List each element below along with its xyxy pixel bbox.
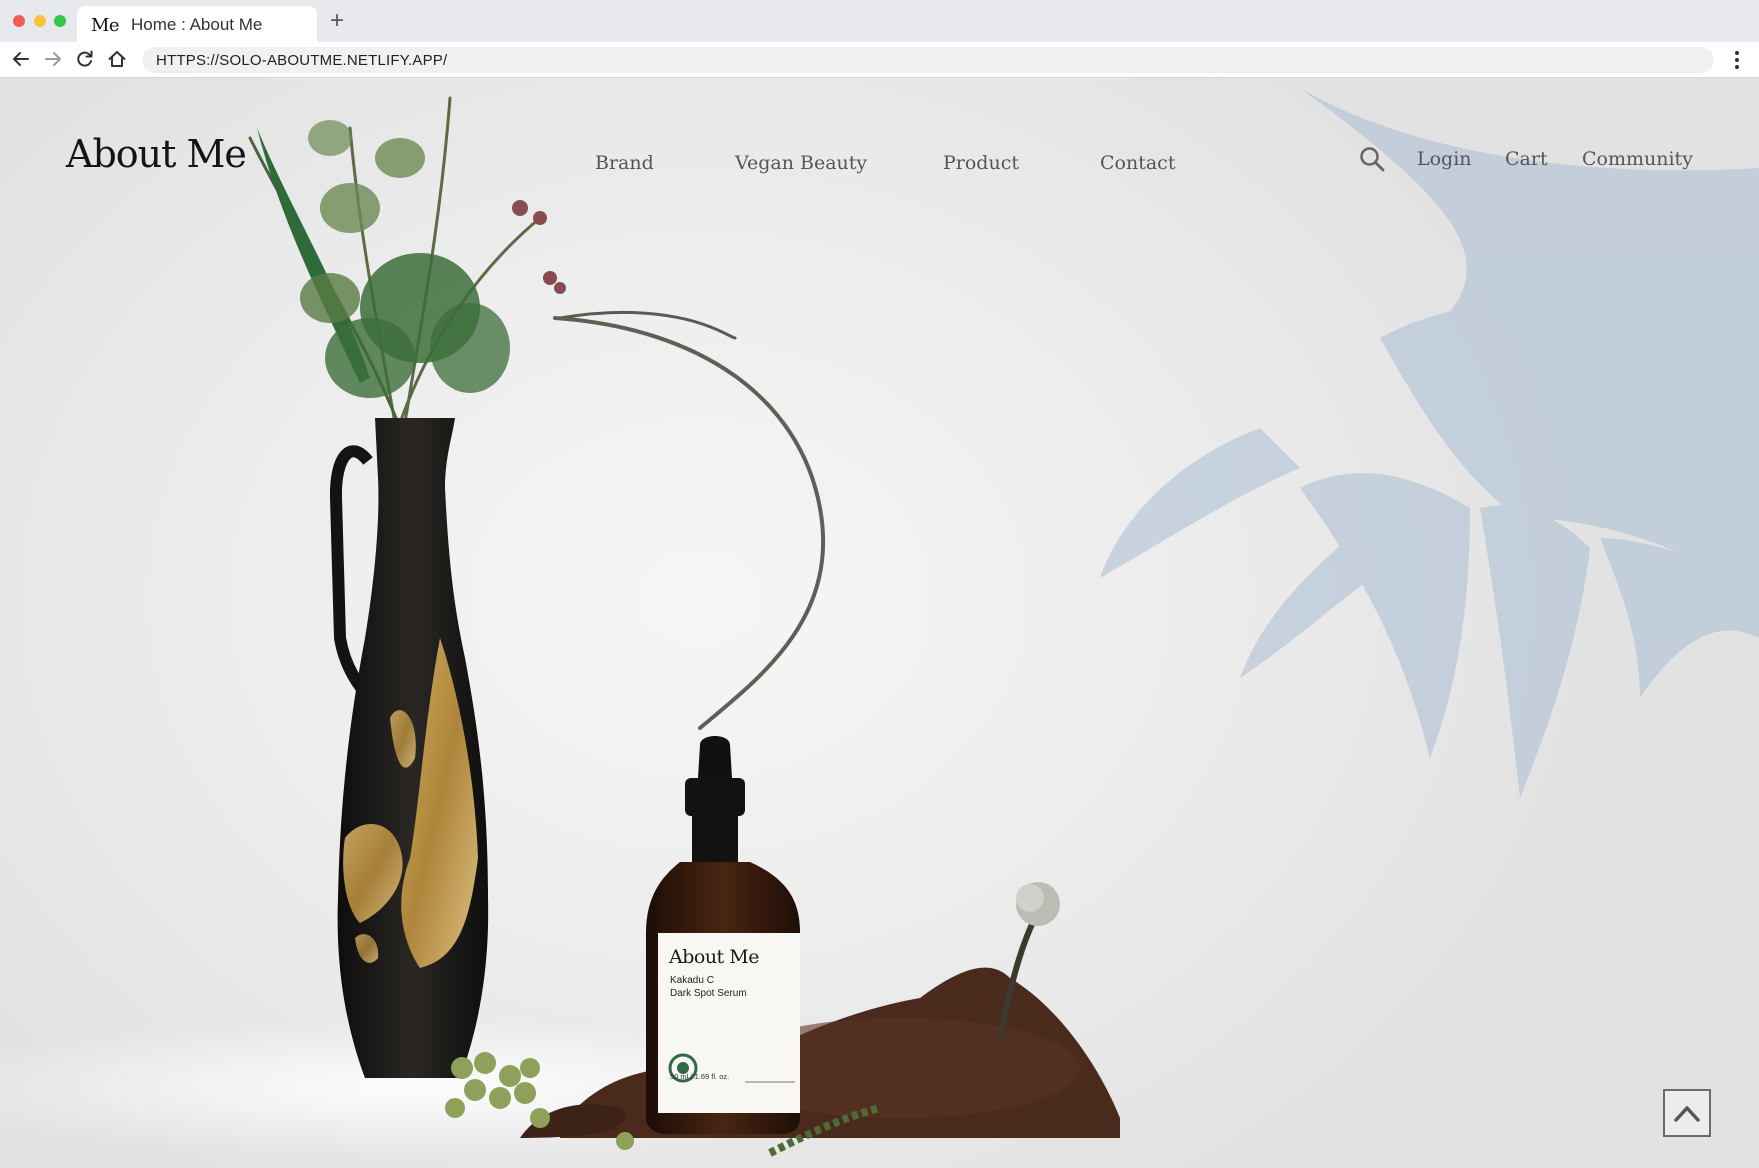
reload-icon[interactable] — [74, 48, 96, 70]
nav-contact[interactable]: Contact — [1100, 152, 1175, 174]
cart-link[interactable]: Cart — [1505, 148, 1548, 170]
window-zoom-dot[interactable] — [54, 15, 66, 27]
search-icon[interactable] — [1358, 145, 1386, 173]
login-link[interactable]: Login — [1417, 148, 1472, 170]
browser-toolbar: HTTPS://SOLO-ABOUTME.NETLIFY.APP/ — [0, 42, 1759, 78]
favicon: Me — [91, 15, 120, 36]
bottle-name-line2: Dark Spot Serum — [670, 988, 747, 999]
window-minimize-dot[interactable] — [34, 15, 46, 27]
nav-product[interactable]: Product — [943, 152, 1019, 174]
bottle-logo: About Me — [669, 946, 759, 968]
browser-tab-strip: Me Home : About Me + — [0, 0, 1759, 42]
url-text: HTTPS://SOLO-ABOUTME.NETLIFY.APP/ — [156, 52, 448, 69]
arrow-left-icon[interactable] — [10, 48, 32, 70]
address-bar[interactable]: HTTPS://SOLO-ABOUTME.NETLIFY.APP/ — [142, 47, 1714, 73]
home-icon[interactable] — [106, 48, 128, 70]
hero-section: About Me Kakadu C Dark Spot Serum 50 ml … — [0, 78, 1759, 1168]
bottle-volume: 50 ml / 1.69 fl. oz. — [670, 1072, 730, 1081]
hero-illustration — [0, 88, 1759, 1158]
window-close-dot[interactable] — [13, 15, 25, 27]
nav-brand[interactable]: Brand — [595, 152, 654, 174]
tab-title: Home : About Me — [131, 15, 263, 34]
chevron-up-icon — [1674, 1106, 1700, 1122]
plant-foliage — [300, 120, 566, 398]
community-link[interactable]: Community — [1582, 148, 1693, 170]
nav-vegan-beauty[interactable]: Vegan Beauty — [735, 152, 867, 174]
bottle-name-line1: Kakadu C — [670, 975, 714, 986]
gold-leaf-vase — [329, 418, 489, 1078]
kebab-menu-icon[interactable] — [1734, 49, 1740, 71]
browser-tab[interactable]: Me Home : About Me — [77, 6, 317, 42]
new-tab-button[interactable]: + — [330, 8, 344, 34]
palm-shadow — [1100, 88, 1759, 798]
scroll-top-button[interactable] — [1663, 1089, 1711, 1137]
arrow-right-icon[interactable] — [42, 48, 64, 70]
site-logo[interactable]: About Me — [66, 132, 247, 176]
